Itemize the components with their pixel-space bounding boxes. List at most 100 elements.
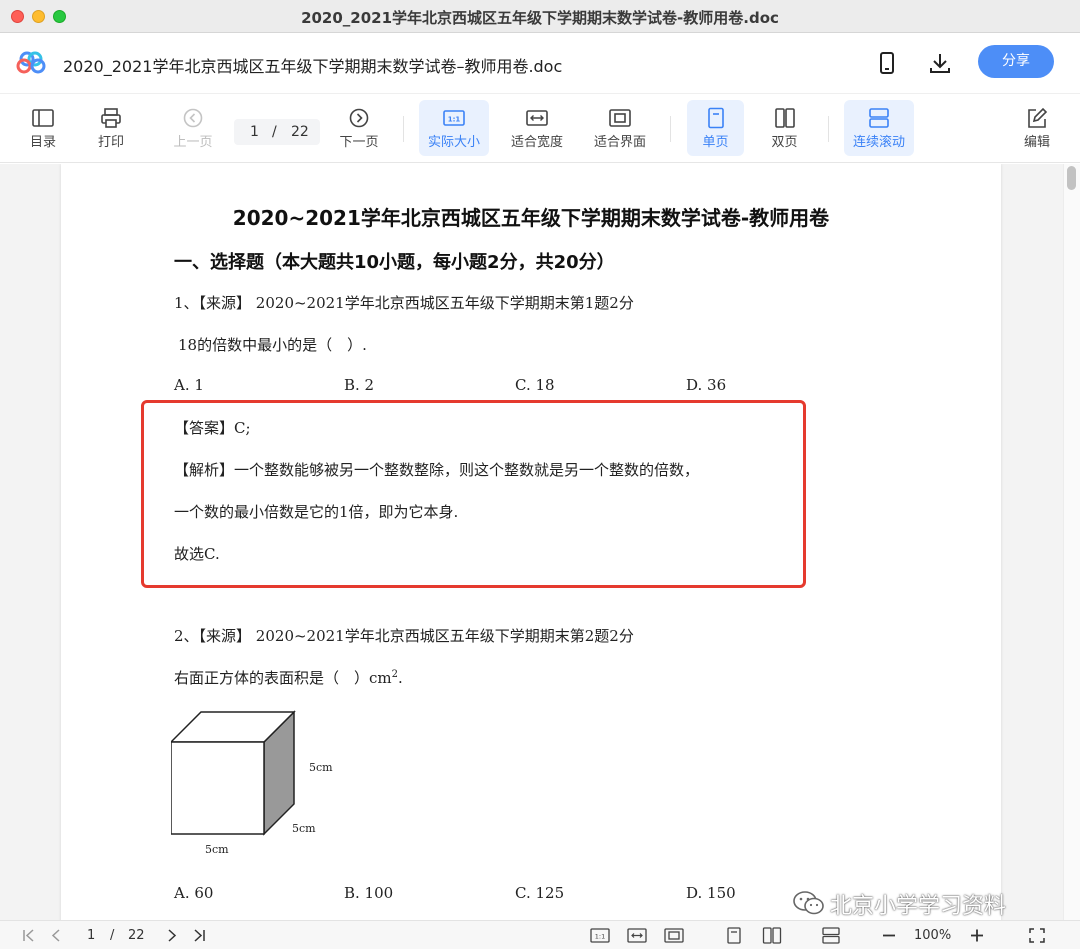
fit-width-button[interactable]: 适合宽度	[502, 100, 572, 156]
viewer-toolbar: 目录 打印 上一页 1 / 22 下一页 1:1 实际大小 适合宽度 适合界面 …	[0, 93, 1080, 163]
status-page-current: 1	[87, 928, 96, 943]
q1-option-b: B. 2	[344, 376, 375, 394]
fit-screen-icon[interactable]	[664, 927, 684, 944]
q1-analysis-line-2: 一个数的最小倍数是它的1倍，即为它本身.	[174, 503, 459, 521]
status-bar: 1 / 22 1:1 100%	[0, 920, 1080, 949]
window-titlebar: 2020_2021学年北京西城区五年级下学期期末数学试卷-教师用卷.doc	[0, 0, 1080, 33]
double-page-button[interactable]: 双页	[756, 100, 813, 156]
q1-option-a: A. 1	[174, 376, 204, 394]
zoom-out-icon[interactable]	[880, 927, 898, 944]
svg-text:1:1: 1:1	[595, 933, 605, 941]
edit-label: 编辑	[1023, 135, 1050, 150]
q1-source: 1、【来源】 2020~2021学年北京西城区五年级下学期期末第1题2分	[174, 294, 634, 312]
double-page-icon	[774, 108, 795, 128]
wechat-icon	[793, 891, 824, 915]
scrollbar-thumb[interactable]	[1067, 166, 1076, 190]
fullscreen-icon[interactable]	[1028, 927, 1046, 944]
fit-screen-button[interactable]: 适合界面	[585, 100, 655, 156]
fit-width-icon	[526, 110, 548, 126]
edit-icon	[1028, 107, 1048, 128]
fit-screen-icon	[609, 109, 631, 127]
page-current: 1	[250, 124, 259, 140]
share-button[interactable]: 分享	[978, 45, 1054, 78]
toc-button[interactable]: 目录	[8, 100, 78, 156]
q2-stem: 右面正方体的表面积是（ ）cm2.	[174, 667, 403, 688]
toc-icon	[32, 109, 54, 127]
fit-width-icon[interactable]	[627, 927, 647, 944]
vertical-scrollbar[interactable]	[1063, 164, 1080, 920]
document-page: 2020~2021学年北京西城区五年级下学期期末数学试卷-教师用卷 一、选择题（…	[61, 164, 1001, 920]
svg-text:1:1: 1:1	[448, 116, 461, 124]
printer-icon	[101, 108, 121, 128]
cube-depth-label: 5cm	[292, 822, 316, 835]
actual-size-icon[interactable]: 1:1	[590, 927, 610, 944]
single-page-label: 单页	[702, 135, 729, 150]
app-header: 2020_2021学年北京西城区五年级下学期期末数学试卷–教师用卷.doc 分享	[0, 33, 1080, 93]
download-icon[interactable]	[928, 51, 952, 75]
actual-size-button[interactable]: 1:1 实际大小	[419, 100, 489, 156]
q2-stem-unit: cm	[369, 669, 392, 687]
q2-stem-end: .	[398, 669, 403, 687]
continuous-scroll-button[interactable]: 连续滚动	[844, 100, 914, 156]
zoom-level: 100%	[914, 928, 952, 943]
cube-width-label: 5cm	[205, 843, 229, 856]
chevron-right-icon[interactable]	[162, 927, 180, 944]
double-page-icon[interactable]	[762, 927, 782, 944]
next-page-label: 下一页	[339, 135, 379, 150]
double-page-label: 双页	[771, 135, 798, 150]
toolbar-divider	[670, 116, 671, 142]
single-page-icon[interactable]	[725, 927, 743, 944]
document-title: 2020~2021学年北京西城区五年级下学期期末数学试卷-教师用卷	[232, 206, 830, 230]
zoom-in-icon[interactable]	[968, 927, 986, 944]
edit-button[interactable]: 编辑	[1002, 100, 1072, 156]
print-button[interactable]: 打印	[76, 100, 146, 156]
chevron-left-icon[interactable]	[48, 927, 66, 944]
status-page-total: 22	[128, 928, 145, 943]
single-page-button[interactable]: 单页	[687, 100, 744, 156]
fit-width-label: 适合宽度	[510, 135, 563, 150]
window-title: 2020_2021学年北京西城区五年级下学期期末数学试卷-教师用卷.doc	[301, 9, 779, 27]
q2-option-a: A. 60	[174, 884, 214, 902]
section-heading: 一、选择题（本大题共10小题，每小题2分，共20分）	[174, 252, 615, 273]
q2-source: 2、【来源】 2020~2021学年北京西城区五年级下学期期末第2题2分	[174, 627, 634, 645]
prev-page-label: 上一页	[173, 135, 213, 150]
q2-option-d: D. 150	[686, 884, 736, 902]
page-total: 22	[291, 124, 309, 140]
next-page-button[interactable]: 下一页	[324, 100, 394, 156]
q2-option-b: B. 100	[344, 884, 394, 902]
continuous-scroll-icon[interactable]	[821, 927, 841, 944]
chevron-left-circle-icon	[183, 108, 203, 128]
toc-label: 目录	[29, 135, 56, 150]
toolbar-divider	[828, 116, 829, 142]
cube-height-label: 5cm	[309, 761, 333, 774]
q1-analysis-line-1: 【解析】一个整数能够被另一个整数整除，则这个整数就是另一个整数的倍数，	[174, 461, 700, 479]
first-page-icon[interactable]	[20, 927, 38, 944]
prev-page-button[interactable]: 上一页	[158, 100, 228, 156]
q1-stem: 18的倍数中最小的是（ ）.	[178, 336, 367, 354]
print-label: 打印	[97, 135, 124, 150]
q2-stem-text: 右面正方体的表面积是（ ）	[174, 669, 370, 687]
actual-size-icon: 1:1	[443, 110, 465, 126]
cube-figure	[171, 710, 296, 836]
watermark-text: 北京小学学习资料	[830, 894, 1007, 919]
document-viewport[interactable]: 2020~2021学年北京西城区五年级下学期期末数学试卷-教师用卷 一、选择题（…	[0, 164, 1080, 920]
q2-option-c: C. 125	[515, 884, 565, 902]
toolbar-divider	[403, 116, 404, 142]
phone-icon[interactable]	[876, 51, 898, 75]
q1-answer: 【答案】C;	[174, 419, 251, 437]
continuous-scroll-label: 连续滚动	[852, 135, 905, 150]
page-separator: /	[272, 124, 277, 140]
status-page-separator: /	[110, 928, 115, 943]
fit-screen-label: 适合界面	[593, 135, 646, 150]
q1-option-d: D. 36	[686, 376, 727, 394]
cloud-logo-icon	[16, 51, 46, 74]
q1-option-c: C. 18	[515, 376, 555, 394]
document-name: 2020_2021学年北京西城区五年级下学期期末数学试卷–教师用卷.doc	[63, 57, 563, 76]
single-page-icon	[707, 107, 724, 129]
continuous-scroll-icon	[869, 108, 889, 128]
page-number-field[interactable]: 1 / 22	[234, 119, 320, 145]
q1-conclusion: 故选C.	[174, 545, 220, 563]
actual-size-label: 实际大小	[427, 135, 480, 150]
last-page-icon[interactable]	[190, 927, 208, 944]
chevron-right-circle-icon	[349, 108, 369, 128]
